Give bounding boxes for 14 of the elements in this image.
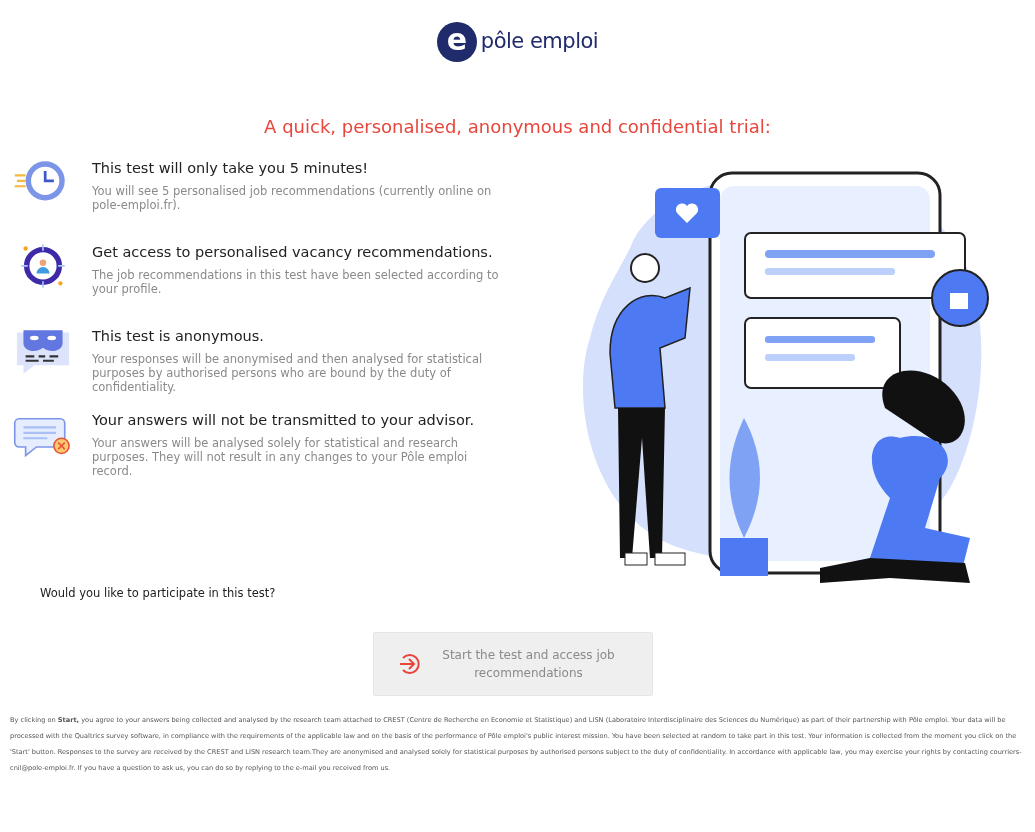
logo-text: pôle emploi <box>480 28 599 56</box>
feature-title: This test will only take you 5 minutes! <box>92 159 370 178</box>
logo-mark: e <box>436 22 477 62</box>
question-text: Would you like to participate in this test? <box>40 586 276 600</box>
headline: A quick, personalised, anonymous and confidential trial: <box>264 116 771 137</box>
feature-title: Get access to personalised vacancy recommendations. <box>92 243 494 262</box>
feature-description: Your answers will be analysed solely for statistical and research purposes. They will not result in any changes to your Pôle emploi record. <box>92 435 469 478</box>
start-button[interactable]: Start the test and access job recommendations <box>372 632 653 696</box>
feature-description: You will see 5 personalised job recommendations (currently online on pole-emploi.fr). <box>92 183 493 212</box>
arrow-in-circle-icon <box>397 652 422 676</box>
feature-description: The job recommendations in this test have been selected according to your profile. <box>92 267 500 296</box>
feature-title: This test is anonymous. <box>92 327 265 346</box>
feature-title: Your answers will not be transmitted to your advisor. <box>92 411 476 430</box>
feature-description: Your responses will be anonymised and then analysed for statistical purposes by authorised persons who are bound by the duty of confidentiality. <box>92 351 484 394</box>
